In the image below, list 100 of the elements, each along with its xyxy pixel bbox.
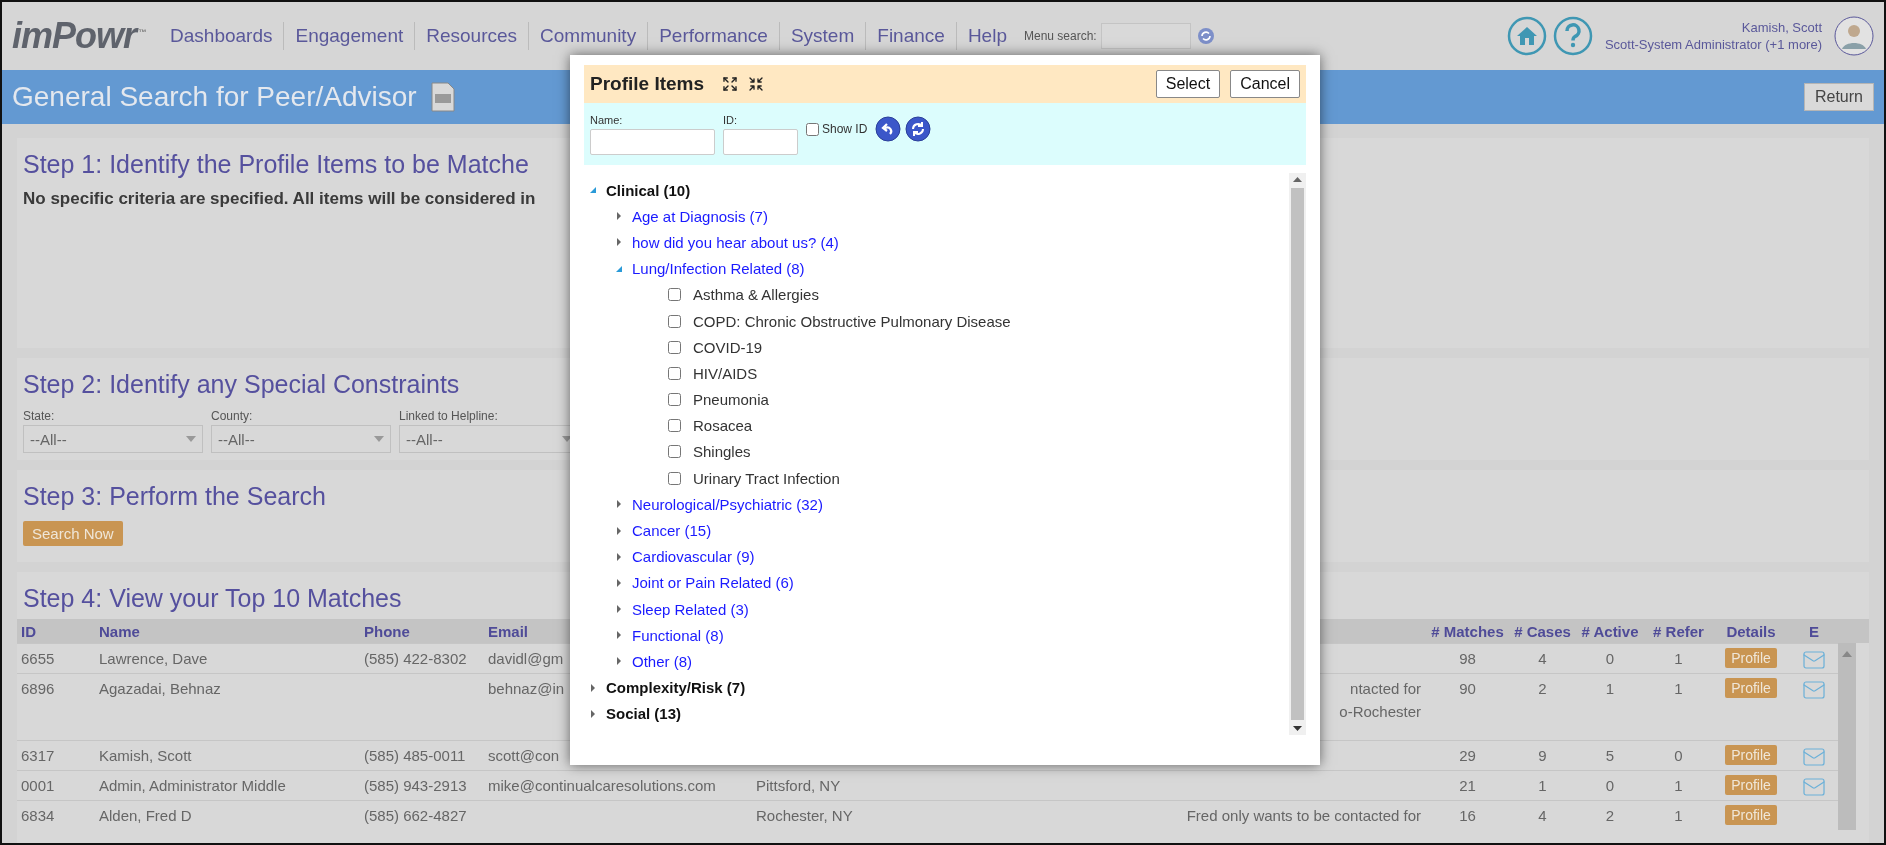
column-header: # Active <box>1580 622 1640 640</box>
checkbox[interactable] <box>668 471 681 485</box>
tree-category[interactable]: Clinical (10) <box>606 181 691 199</box>
collapsed-triangle-icon[interactable] <box>614 551 624 562</box>
scroll-up-arrow-icon[interactable] <box>1293 177 1302 182</box>
refresh-icon[interactable] <box>905 116 932 142</box>
home-icon[interactable] <box>1506 16 1547 56</box>
expand-icon[interactable] <box>722 76 739 92</box>
filter-select[interactable]: --All-- <box>211 425 391 453</box>
return-button[interactable]: Return <box>1803 83 1874 111</box>
tree-item[interactable]: Rosacea <box>693 417 753 435</box>
table-cell-text: 6655 <box>20 649 56 669</box>
collapsed-triangle-icon[interactable] <box>614 630 624 641</box>
table-cell-text: (585) 422-8302 <box>363 649 468 669</box>
scrollbar[interactable] <box>1289 173 1306 735</box>
collapsed-triangle-icon[interactable] <box>588 682 598 693</box>
table-cell-text: 1 <box>1673 806 1684 826</box>
tree-item[interactable]: Asthma & Allergies <box>693 286 819 304</box>
nav-link[interactable]: Finance <box>865 22 956 50</box>
tree-item[interactable]: Urinary Tract Infection <box>693 469 840 487</box>
scroll-down-arrow-icon[interactable] <box>1293 726 1302 731</box>
nav-link[interactable]: Performance <box>647 22 779 50</box>
checkbox[interactable] <box>668 393 681 407</box>
menu-search-field[interactable] <box>1100 23 1191 49</box>
tree-category[interactable]: Social (13) <box>606 705 682 723</box>
table-cell-text: 16 <box>1458 806 1477 826</box>
table-cell-text: behnaz@in <box>487 679 566 699</box>
table-cell-text: Alden, Fred D <box>98 806 193 826</box>
column-header: Details <box>1725 622 1777 640</box>
table-cell-text: 29 <box>1458 746 1477 766</box>
collapsed-triangle-icon[interactable] <box>614 656 624 667</box>
collapsed-triangle-icon[interactable] <box>614 577 624 588</box>
nav-link[interactable]: Dashboards <box>159 22 284 50</box>
nav-link[interactable]: Resources <box>414 22 529 50</box>
tree-item[interactable]: how did you hear about us? (4) <box>632 233 839 251</box>
table-cell-text: Kamish, Scott <box>98 746 193 766</box>
table-cell-text: ntacted for o-Rochester <box>1338 679 1422 722</box>
column-header: ID <box>20 622 37 640</box>
tree-item[interactable]: Shingles <box>693 443 751 461</box>
tree-item[interactable]: Other (8) <box>632 652 692 670</box>
filter-label: Linked to Helpline: <box>399 409 499 423</box>
checkbox[interactable] <box>668 366 681 380</box>
table-cell-text: 4 <box>1537 649 1548 669</box>
tree-item[interactable]: Joint or Pain Related (6) <box>632 574 794 592</box>
table-cell-text: 6317 <box>20 746 56 766</box>
table-cell-text: Pittsford, NY <box>755 776 842 796</box>
checkbox[interactable] <box>668 445 681 459</box>
checkbox-label[interactable]: Show ID <box>822 122 868 136</box>
tree-item[interactable]: Cancer (15) <box>632 522 712 540</box>
table-cell-text: scott@con <box>487 746 561 766</box>
checkbox[interactable] <box>668 340 681 354</box>
table-cell-text: 0 <box>1604 649 1616 669</box>
checkbox[interactable] <box>668 314 681 328</box>
checkbox[interactable] <box>806 122 819 136</box>
table-cell-text: Agazadai, Behnaz <box>98 679 222 699</box>
name-field[interactable] <box>590 128 715 155</box>
collapsed-triangle-icon[interactable] <box>588 708 598 719</box>
filter-select[interactable]: --All-- <box>23 425 203 453</box>
nav-link[interactable]: Help <box>955 22 1018 50</box>
filter-label: State: <box>23 409 56 423</box>
collapsed-triangle-icon[interactable] <box>614 604 624 615</box>
table-cell-text: 0 <box>1604 776 1616 796</box>
tree-item[interactable]: Pneumonia <box>693 391 769 409</box>
column-header: E <box>1808 622 1820 640</box>
table-cell-text: 21 <box>1458 776 1477 796</box>
nav-link[interactable]: Engagement <box>283 22 415 50</box>
caret-icon[interactable] <box>562 436 572 442</box>
avatar-icon[interactable] <box>1834 16 1874 56</box>
tree-item[interactable]: COPD: Chronic Obstructive Pulmonary Disease <box>693 312 1011 330</box>
collapsed-triangle-icon[interactable] <box>614 237 624 248</box>
select-button[interactable]: Select <box>1155 70 1221 98</box>
cancel-button[interactable]: Cancel <box>1230 70 1300 98</box>
collapsed-triangle-icon[interactable] <box>614 499 624 510</box>
tree-item[interactable]: Cardiovascular (9) <box>632 548 755 566</box>
spreadsheet-file-icon[interactable] <box>430 82 455 112</box>
criteria-message: No specific criteria are specified. All items will be considered in <box>23 189 536 209</box>
tree-item[interactable]: COVID-19 <box>693 338 763 356</box>
table-cell-text: 2 <box>1537 679 1548 699</box>
tree-item[interactable]: Age at Diagnosis (7) <box>632 207 768 225</box>
user-name[interactable]: Kamish, Scott <box>1741 19 1822 36</box>
nav-link[interactable]: Community <box>528 22 648 50</box>
tree-category[interactable]: Complexity/Risk (7) <box>606 679 746 697</box>
tree-item[interactable]: Neurological/Psychiatric (32) <box>632 495 823 513</box>
logo: imPowr$^{™}$ <box>12 15 146 57</box>
scrollbar[interactable] <box>1838 643 1856 830</box>
collapse-icon[interactable] <box>748 76 765 92</box>
collapsed-triangle-icon[interactable] <box>614 211 624 222</box>
id-field[interactable] <box>723 128 798 155</box>
user-role[interactable]: Scott-System Administrator (+1 more) <box>1604 36 1822 53</box>
tree-item[interactable]: Functional (8) <box>632 626 724 644</box>
tree-item[interactable]: HIV/AIDS <box>693 364 758 382</box>
checkbox[interactable] <box>668 419 681 433</box>
expanded-triangle-icon[interactable] <box>588 185 598 196</box>
checkbox[interactable] <box>668 288 681 302</box>
help-icon[interactable] <box>1552 16 1593 56</box>
table-cell-text: 98 <box>1458 649 1477 669</box>
tree-item[interactable]: Sleep Related (3) <box>632 600 749 618</box>
nav-link[interactable]: System <box>778 22 866 50</box>
collapsed-triangle-icon[interactable] <box>614 525 624 536</box>
tree-item[interactable]: Lung/Infection Related (8) <box>632 260 805 278</box>
